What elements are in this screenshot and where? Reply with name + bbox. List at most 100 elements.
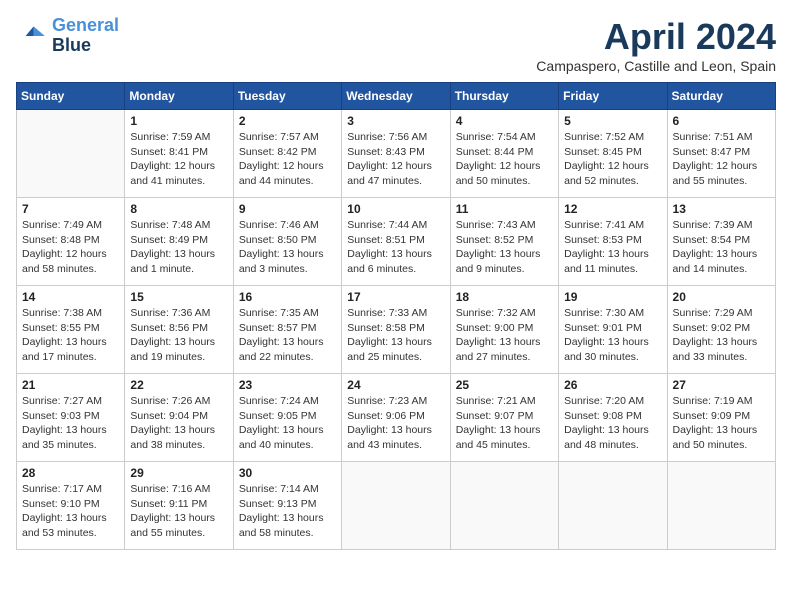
calendar-cell: 23 Sunrise: 7:24 AM Sunset: 9:05 PM Dayli… [233, 374, 341, 462]
day-info: Sunrise: 7:35 AM Sunset: 8:57 PM Dayligh… [239, 306, 336, 365]
day-number: 17 [347, 290, 444, 304]
day-number: 9 [239, 202, 336, 216]
day-info: Sunrise: 7:44 AM Sunset: 8:51 PM Dayligh… [347, 218, 444, 277]
calendar-cell: 6 Sunrise: 7:51 AM Sunset: 8:47 PM Daylig… [667, 110, 775, 198]
day-number: 18 [456, 290, 553, 304]
weekday-header-cell: Monday [125, 83, 233, 110]
logo: General Blue [16, 16, 119, 56]
calendar-cell: 4 Sunrise: 7:54 AM Sunset: 8:44 PM Daylig… [450, 110, 558, 198]
day-number: 24 [347, 378, 444, 392]
day-number: 29 [130, 466, 227, 480]
calendar-week-row: 1 Sunrise: 7:59 AM Sunset: 8:41 PM Daylig… [17, 110, 776, 198]
day-info: Sunrise: 7:59 AM Sunset: 8:41 PM Dayligh… [130, 130, 227, 189]
calendar-table: SundayMondayTuesdayWednesdayThursdayFrid… [16, 82, 776, 550]
day-info: Sunrise: 7:51 AM Sunset: 8:47 PM Dayligh… [673, 130, 770, 189]
calendar-cell: 27 Sunrise: 7:19 AM Sunset: 9:09 PM Dayli… [667, 374, 775, 462]
calendar-cell [667, 462, 775, 550]
location-subtitle: Campaspero, Castille and Leon, Spain [536, 58, 776, 74]
day-info: Sunrise: 7:19 AM Sunset: 9:09 PM Dayligh… [673, 394, 770, 453]
weekday-header-cell: Friday [559, 83, 667, 110]
page-header: General Blue April 2024 Campaspero, Cast… [16, 16, 776, 74]
weekday-header-row: SundayMondayTuesdayWednesdayThursdayFrid… [17, 83, 776, 110]
calendar-cell: 9Sunrise: 7:46 AM Sunset: 8:50 PM Daylig… [233, 198, 341, 286]
calendar-cell: 3Sunrise: 7:56 AM Sunset: 8:43 PM Daylig… [342, 110, 450, 198]
day-info: Sunrise: 7:54 AM Sunset: 8:44 PM Dayligh… [456, 130, 553, 189]
weekday-header-cell: Sunday [17, 83, 125, 110]
calendar-week-row: 21 Sunrise: 7:27 AM Sunset: 9:03 PM Dayli… [17, 374, 776, 462]
calendar-cell: 13 Sunrise: 7:39 AM Sunset: 8:54 PM Dayli… [667, 198, 775, 286]
calendar-week-row: 28 Sunrise: 7:17 AM Sunset: 9:10 PM Dayli… [17, 462, 776, 550]
day-number: 25 [456, 378, 553, 392]
day-info: Sunrise: 7:41 AM Sunset: 8:53 PM Dayligh… [564, 218, 661, 277]
logo-text: General Blue [52, 16, 119, 56]
day-info: Sunrise: 7:21 AM Sunset: 9:07 PM Dayligh… [456, 394, 553, 453]
day-number: 14 [22, 290, 119, 304]
day-info: Sunrise: 7:23 AM Sunset: 9:06 PM Dayligh… [347, 394, 444, 453]
weekday-header-cell: Tuesday [233, 83, 341, 110]
day-number: 1 [130, 114, 227, 128]
day-number: 30 [239, 466, 336, 480]
calendar-cell: 22 Sunrise: 7:26 AM Sunset: 9:04 PM Dayli… [125, 374, 233, 462]
day-info: Sunrise: 7:39 AM Sunset: 8:54 PM Dayligh… [673, 218, 770, 277]
day-info: Sunrise: 7:30 AM Sunset: 9:01 PM Dayligh… [564, 306, 661, 365]
calendar-cell: 26Sunrise: 7:20 AM Sunset: 9:08 PM Dayli… [559, 374, 667, 462]
calendar-cell: 29 Sunrise: 7:16 AM Sunset: 9:11 PM Dayli… [125, 462, 233, 550]
day-info: Sunrise: 7:24 AM Sunset: 9:05 PM Dayligh… [239, 394, 336, 453]
calendar-cell: 14 Sunrise: 7:38 AM Sunset: 8:55 PM Dayli… [17, 286, 125, 374]
day-info: Sunrise: 7:38 AM Sunset: 8:55 PM Dayligh… [22, 306, 119, 365]
calendar-cell: 10 Sunrise: 7:44 AM Sunset: 8:51 PM Dayli… [342, 198, 450, 286]
calendar-cell: 16Sunrise: 7:35 AM Sunset: 8:57 PM Dayli… [233, 286, 341, 374]
day-info: Sunrise: 7:16 AM Sunset: 9:11 PM Dayligh… [130, 482, 227, 541]
logo-icon [16, 20, 48, 52]
calendar-cell: 19 Sunrise: 7:30 AM Sunset: 9:01 PM Dayli… [559, 286, 667, 374]
day-info: Sunrise: 7:32 AM Sunset: 9:00 PM Dayligh… [456, 306, 553, 365]
day-number: 4 [456, 114, 553, 128]
day-info: Sunrise: 7:57 AM Sunset: 8:42 PM Dayligh… [239, 130, 336, 189]
month-title: April 2024 [536, 16, 776, 58]
weekday-header-cell: Saturday [667, 83, 775, 110]
day-info: Sunrise: 7:43 AM Sunset: 8:52 PM Dayligh… [456, 218, 553, 277]
day-number: 10 [347, 202, 444, 216]
day-number: 21 [22, 378, 119, 392]
calendar-cell: 12 Sunrise: 7:41 AM Sunset: 8:53 PM Dayli… [559, 198, 667, 286]
day-info: Sunrise: 7:27 AM Sunset: 9:03 PM Dayligh… [22, 394, 119, 453]
day-info: Sunrise: 7:52 AM Sunset: 8:45 PM Dayligh… [564, 130, 661, 189]
calendar-cell [342, 462, 450, 550]
day-number: 19 [564, 290, 661, 304]
day-info: Sunrise: 7:48 AM Sunset: 8:49 PM Dayligh… [130, 218, 227, 277]
title-block: April 2024 Campaspero, Castille and Leon… [536, 16, 776, 74]
day-info: Sunrise: 7:26 AM Sunset: 9:04 PM Dayligh… [130, 394, 227, 453]
day-number: 27 [673, 378, 770, 392]
day-info: Sunrise: 7:56 AM Sunset: 8:43 PM Dayligh… [347, 130, 444, 189]
calendar-cell: 8 Sunrise: 7:48 AM Sunset: 8:49 PM Daylig… [125, 198, 233, 286]
calendar-cell: 24 Sunrise: 7:23 AM Sunset: 9:06 PM Dayli… [342, 374, 450, 462]
day-number: 2 [239, 114, 336, 128]
day-info: Sunrise: 7:49 AM Sunset: 8:48 PM Dayligh… [22, 218, 119, 277]
calendar-cell: 20Sunrise: 7:29 AM Sunset: 9:02 PM Dayli… [667, 286, 775, 374]
calendar-cell: 7Sunrise: 7:49 AM Sunset: 8:48 PM Daylig… [17, 198, 125, 286]
day-number: 28 [22, 466, 119, 480]
calendar-cell [17, 110, 125, 198]
calendar-cell [450, 462, 558, 550]
day-info: Sunrise: 7:29 AM Sunset: 9:02 PM Dayligh… [673, 306, 770, 365]
calendar-cell: 30 Sunrise: 7:14 AM Sunset: 9:13 PM Dayli… [233, 462, 341, 550]
day-number: 11 [456, 202, 553, 216]
day-number: 15 [130, 290, 227, 304]
day-number: 26 [564, 378, 661, 392]
day-info: Sunrise: 7:17 AM Sunset: 9:10 PM Dayligh… [22, 482, 119, 541]
calendar-week-row: 14 Sunrise: 7:38 AM Sunset: 8:55 PM Dayli… [17, 286, 776, 374]
day-number: 8 [130, 202, 227, 216]
calendar-cell: 1 Sunrise: 7:59 AM Sunset: 8:41 PM Daylig… [125, 110, 233, 198]
calendar-cell: 28 Sunrise: 7:17 AM Sunset: 9:10 PM Dayli… [17, 462, 125, 550]
weekday-header-cell: Wednesday [342, 83, 450, 110]
day-info: Sunrise: 7:14 AM Sunset: 9:13 PM Dayligh… [239, 482, 336, 541]
day-number: 23 [239, 378, 336, 392]
day-info: Sunrise: 7:33 AM Sunset: 8:58 PM Dayligh… [347, 306, 444, 365]
calendar-cell: 18 Sunrise: 7:32 AM Sunset: 9:00 PM Dayli… [450, 286, 558, 374]
day-number: 6 [673, 114, 770, 128]
day-number: 13 [673, 202, 770, 216]
calendar-body: 1 Sunrise: 7:59 AM Sunset: 8:41 PM Daylig… [17, 110, 776, 550]
calendar-cell: 5Sunrise: 7:52 AM Sunset: 8:45 PM Daylig… [559, 110, 667, 198]
day-number: 22 [130, 378, 227, 392]
day-number: 12 [564, 202, 661, 216]
